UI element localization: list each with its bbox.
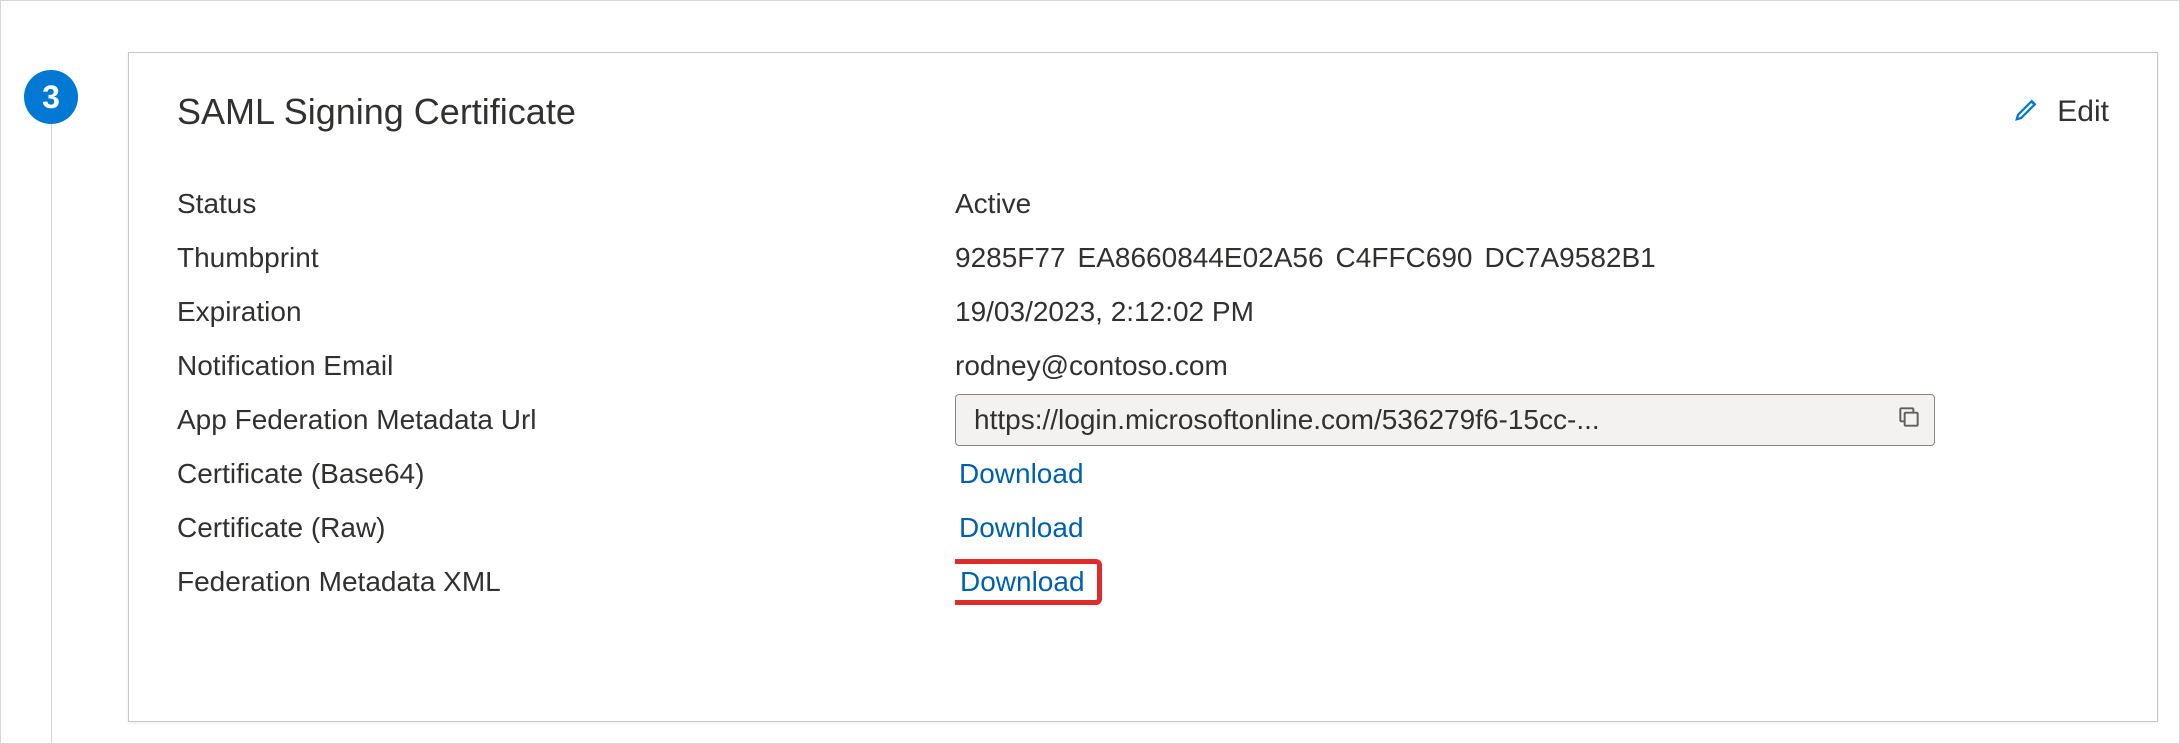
notification-email-value: rodney@contoso.com	[955, 350, 2109, 382]
cert-base64-row: Certificate (Base64) Download	[177, 447, 2109, 501]
thumbprint-seg-4: DC7A9582B1	[1484, 242, 1655, 273]
thumbprint-seg-2: EA8660844E02A56	[1078, 242, 1324, 273]
copy-icon[interactable]	[1896, 404, 1922, 437]
status-value: Active	[955, 188, 2109, 220]
saml-certificate-card: SAML Signing Certificate Edit Status Act…	[128, 52, 2158, 722]
download-cert-raw-link[interactable]: Download	[955, 512, 1088, 544]
expiration-row: Expiration 19/03/2023, 2:12:02 PM	[177, 285, 2109, 339]
thumbprint-seg-1: 9285F77	[955, 242, 1066, 273]
fed-xml-label: Federation Metadata XML	[177, 566, 955, 598]
step-connector-line	[51, 124, 52, 744]
notification-email-row: Notification Email rodney@contoso.com	[177, 339, 2109, 393]
card-header: SAML Signing Certificate Edit	[177, 91, 2109, 133]
status-row: Status Active	[177, 177, 2109, 231]
thumbprint-row: Thumbprint 9285F77 EA8660844E02A56 C4FFC69…	[177, 231, 2109, 285]
fed-xml-row: Federation Metadata XML Download	[177, 555, 2109, 609]
metadata-url-label: App Federation Metadata Url	[177, 404, 955, 436]
expiration-label: Expiration	[177, 296, 955, 328]
step-badge: 3	[24, 70, 78, 124]
metadata-url-box: https://login.microsoftonline.com/536279…	[955, 394, 1935, 446]
download-cert-base64-link[interactable]: Download	[955, 458, 1088, 490]
download-fed-xml-link[interactable]: Download	[955, 559, 1102, 605]
edit-button[interactable]: Edit	[2013, 93, 2109, 131]
expiration-value: 19/03/2023, 2:12:02 PM	[955, 296, 2109, 328]
cert-base64-label: Certificate (Base64)	[177, 458, 955, 490]
cert-raw-label: Certificate (Raw)	[177, 512, 955, 544]
metadata-url-text[interactable]: https://login.microsoftonline.com/536279…	[974, 404, 1884, 436]
pencil-icon	[2013, 93, 2043, 131]
notification-email-label: Notification Email	[177, 350, 955, 382]
step-number: 3	[42, 79, 60, 116]
thumbprint-label: Thumbprint	[177, 242, 955, 274]
metadata-url-value-wrap: https://login.microsoftonline.com/536279…	[955, 394, 2109, 446]
thumbprint-value: 9285F77 EA8660844E02A56 C4FFC690 DC7A9582B1	[955, 242, 2109, 274]
cert-raw-row: Certificate (Raw) Download	[177, 501, 2109, 555]
edit-label: Edit	[2057, 95, 2109, 129]
cert-raw-value: Download	[955, 512, 2109, 544]
status-label: Status	[177, 188, 955, 220]
metadata-url-row: App Federation Metadata Url https://logi…	[177, 393, 2109, 447]
fed-xml-value: Download	[955, 559, 2109, 605]
card-title: SAML Signing Certificate	[177, 91, 576, 133]
thumbprint-seg-3: C4FFC690	[1336, 242, 1473, 273]
cert-base64-value: Download	[955, 458, 2109, 490]
